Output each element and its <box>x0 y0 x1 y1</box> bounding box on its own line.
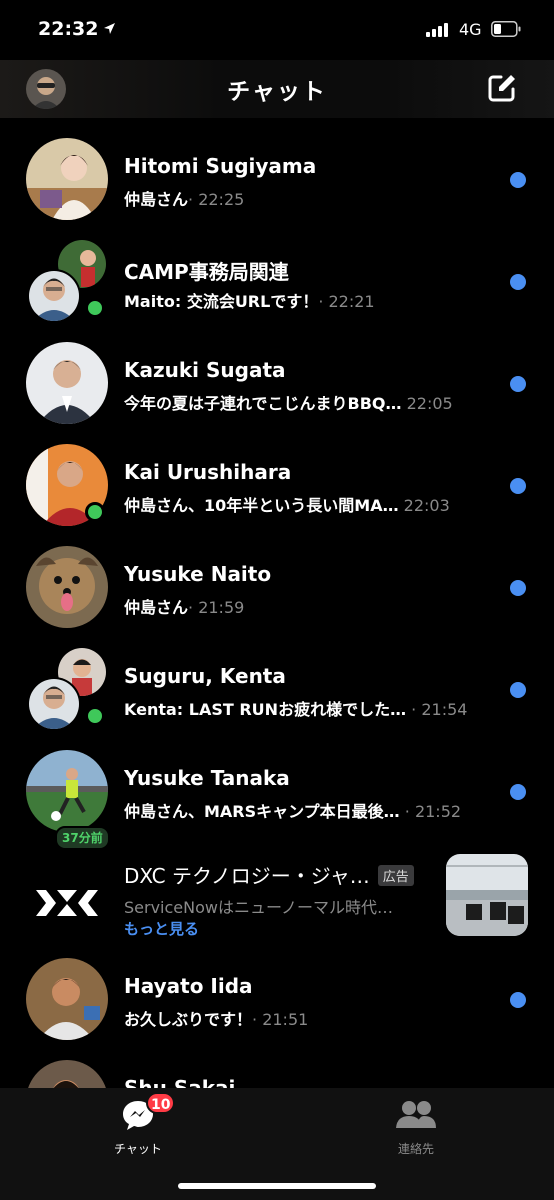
status-time: 22:32 <box>38 18 99 40</box>
unread-dot <box>510 784 526 800</box>
home-indicator[interactable] <box>178 1183 376 1189</box>
chat-name: Yusuke Naito <box>124 562 272 586</box>
compose-icon[interactable] <box>487 73 517 103</box>
unread-dot <box>510 274 526 290</box>
ad-tag: 広告 <box>377 865 414 886</box>
contacts-icon <box>396 1101 436 1128</box>
chat-row[interactable]: Suguru, Kenta Kenta: LAST RUNお疲れ様でした… · … <box>0 628 554 731</box>
ad-title: DXC テクノロジー・ジャ… 広告 <box>124 860 414 889</box>
network-type: 4G <box>459 20 482 39</box>
avatar <box>26 546 108 628</box>
online-indicator <box>85 298 105 318</box>
battery-icon <box>491 21 521 37</box>
avatar <box>26 958 108 1040</box>
chat-row[interactable]: 37分前 Yusuke Tanaka 仲島さん、MARSキャンプ本日最後… · … <box>0 730 554 850</box>
chat-name: Kai Urushihara <box>124 460 292 484</box>
avatar <box>26 138 108 220</box>
signal-icon <box>426 23 452 37</box>
unread-dot <box>510 580 526 596</box>
chat-name: CAMP事務局関連 <box>124 260 289 284</box>
chat-row[interactable]: CAMP事務局関連 Maito: 交流会URLです！· 22:21 <box>0 220 554 323</box>
avatar <box>26 750 108 832</box>
chat-name: Hayato Iida <box>124 974 253 998</box>
chat-name: Kazuki Sugata <box>124 358 286 382</box>
location-arrow-icon <box>104 23 115 34</box>
online-indicator <box>85 502 105 522</box>
chat-preview: 仲島さん、10年半という長い間MA… 22:03 <box>124 496 450 515</box>
chat-preview: 仲島さん、MARSキャンプ本日最後… · 21:52 <box>124 802 462 821</box>
chat-preview: Kenta: LAST RUNお疲れ様でした… · 21:54 <box>124 700 468 719</box>
chat-preview: Maito: 交流会URLです！· 22:21 <box>124 292 375 311</box>
chat-preview: 仲島さん· 22:25 <box>124 190 245 209</box>
online-indicator <box>85 706 105 726</box>
tab-chat-label: チャット <box>114 1142 162 1156</box>
avatar <box>26 342 108 424</box>
chat-row[interactable]: Hayato Iida お久しぶりです！· 21:51 <box>0 952 554 1054</box>
chat-preview: 今年の夏は子連れでこじんまりBBQ… 22:05 <box>124 394 453 413</box>
chat-row[interactable]: Kai Urushihara 仲島さん、10年半という長い間MA… 22:03 <box>0 424 554 526</box>
tab-contacts-label: 連絡先 <box>397 1142 434 1156</box>
chat-row[interactable]: Hitomi Sugiyama 仲島さん· 22:25 <box>0 118 554 220</box>
unread-dot <box>510 992 526 1008</box>
ad-logo <box>26 862 108 944</box>
chat-row[interactable]: Yusuke Naito 仲島さん· 21:59 <box>0 526 554 628</box>
chat-name: Suguru, Kenta <box>124 664 286 688</box>
unread-dot <box>510 172 526 188</box>
chat-preview: お久しぶりです！· 21:51 <box>124 1010 309 1029</box>
chat-name: Hitomi Sugiyama <box>124 154 317 178</box>
unread-count-badge: 10 <box>146 1092 176 1114</box>
see-more-link[interactable]: もっと見る <box>124 918 199 939</box>
chat-preview: 仲島さん· 21:59 <box>124 598 245 617</box>
ad-image <box>446 854 528 936</box>
unread-dot <box>510 478 526 494</box>
ad-row[interactable]: DXC テクノロジー・ジャ… 広告 ServiceNowはニューノーマル時代… も… <box>0 832 554 952</box>
chat-row[interactable]: Kazuki Sugata 今年の夏は子連れでこじんまりBBQ… 22:05 <box>0 322 554 424</box>
ad-text: ServiceNowはニューノーマル時代… <box>124 898 394 917</box>
tab-contacts[interactable]: 連絡先 <box>384 1098 448 1157</box>
page-title: チャット <box>227 79 327 105</box>
chat-name: Yusuke Tanaka <box>124 766 290 790</box>
chat-header: チャット <box>0 60 554 118</box>
unread-dot <box>510 682 526 698</box>
unread-dot <box>510 376 526 392</box>
status-bar: 22:32 4G <box>0 0 554 60</box>
